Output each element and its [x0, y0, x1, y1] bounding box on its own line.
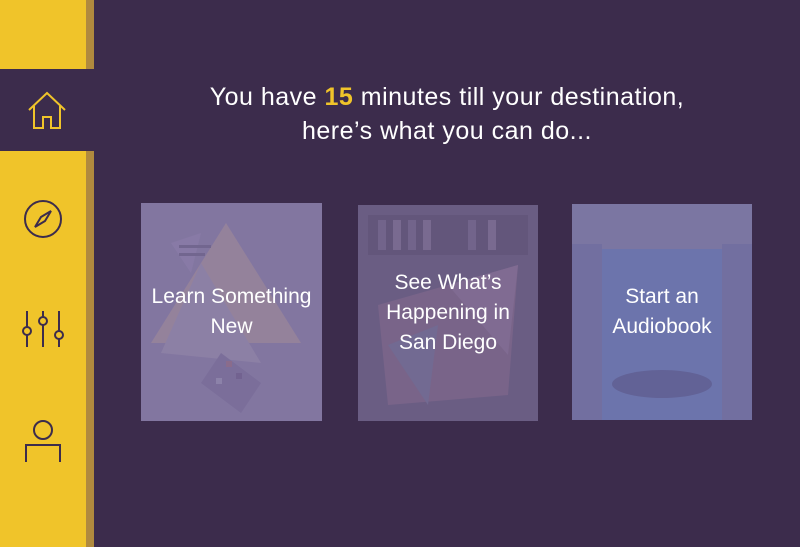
minutes-remaining: 15: [324, 83, 354, 111]
headline: You have 15 minutes till your destinatio…: [94, 80, 800, 148]
user-icon: [23, 419, 63, 463]
nav-explore[interactable]: [0, 179, 86, 259]
nav-profile[interactable]: [0, 401, 86, 481]
card-label: See What’s Happening in San Diego: [386, 271, 510, 354]
card-label: Start an Audiobook: [612, 285, 712, 338]
compass-icon: [21, 197, 65, 241]
nav-settings[interactable]: [0, 289, 86, 369]
card-san-diego[interactable]: See What’s Happening in San Diego: [358, 205, 538, 421]
headline-line2: here’s what you can do...: [302, 117, 592, 145]
headline-line1: You have 15 minutes till your destinatio…: [209, 83, 685, 111]
nav-home[interactable]: [0, 69, 94, 151]
sliders-icon: [21, 309, 65, 349]
sidebar: [0, 0, 94, 547]
home-icon: [26, 89, 68, 131]
card-audiobook[interactable]: Start an Audiobook: [572, 204, 752, 420]
card-label: Learn Something New: [151, 285, 312, 338]
card-learn[interactable]: Learn Something New: [141, 203, 322, 421]
